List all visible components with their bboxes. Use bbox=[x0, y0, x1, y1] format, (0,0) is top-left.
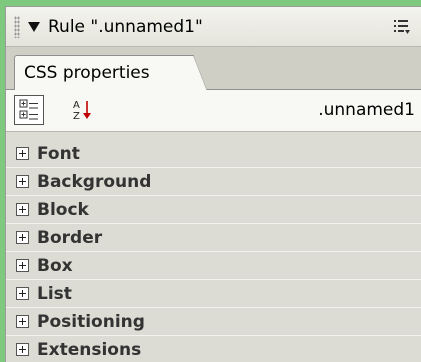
expand-icon[interactable] bbox=[16, 259, 29, 272]
expand-icon[interactable] bbox=[16, 203, 29, 216]
category-label: Background bbox=[37, 171, 152, 192]
expand-icon[interactable] bbox=[16, 287, 29, 300]
expand-icon[interactable] bbox=[16, 315, 29, 328]
category-box[interactable]: Box bbox=[6, 252, 421, 280]
expand-icon[interactable] bbox=[16, 343, 29, 356]
category-block[interactable]: Block bbox=[6, 196, 421, 224]
sort-az-button[interactable]: A Z bbox=[68, 95, 98, 125]
tab-css-properties[interactable]: CSS properties bbox=[14, 55, 207, 91]
panel-title: Rule ".unnamed1" bbox=[48, 16, 203, 37]
category-label: Positioning bbox=[37, 311, 145, 332]
category-view-button[interactable] bbox=[14, 95, 44, 125]
category-border[interactable]: Border bbox=[6, 224, 421, 252]
css-rule-panel: Rule ".unnamed1" CSS properties A Z .unn… bbox=[5, 6, 421, 362]
category-label: Font bbox=[37, 143, 80, 164]
category-label: Block bbox=[37, 199, 89, 220]
category-font[interactable]: Font bbox=[6, 140, 421, 168]
category-label: Extensions bbox=[37, 339, 142, 360]
collapse-arrow-icon[interactable] bbox=[28, 21, 40, 32]
panel-options-icon[interactable] bbox=[393, 18, 411, 36]
category-extensions[interactable]: Extensions bbox=[6, 336, 421, 362]
category-label: List bbox=[37, 283, 72, 304]
expand-icon[interactable] bbox=[16, 147, 29, 160]
selector-name: .unnamed1 bbox=[318, 100, 415, 120]
expand-icon[interactable] bbox=[16, 175, 29, 188]
category-label: Border bbox=[37, 227, 103, 248]
panel-grip-icon[interactable] bbox=[14, 15, 20, 38]
panel-title-bar[interactable]: Rule ".unnamed1" bbox=[6, 7, 421, 47]
category-background[interactable]: Background bbox=[6, 168, 421, 196]
properties-toolbar: A Z .unnamed1 bbox=[6, 90, 421, 132]
svg-text:Z: Z bbox=[73, 111, 80, 122]
tab-strip: CSS properties bbox=[6, 47, 421, 91]
category-view-icon bbox=[19, 99, 38, 120]
category-label: Box bbox=[37, 255, 73, 276]
sort-az-icon: A Z bbox=[73, 100, 91, 122]
svg-text:A: A bbox=[73, 100, 80, 111]
category-positioning[interactable]: Positioning bbox=[6, 308, 421, 336]
tab-label: CSS properties bbox=[24, 63, 150, 83]
category-list: Font Background Block Border Box List Po… bbox=[6, 132, 421, 362]
category-list-item[interactable]: List bbox=[6, 280, 421, 308]
expand-icon[interactable] bbox=[16, 231, 29, 244]
